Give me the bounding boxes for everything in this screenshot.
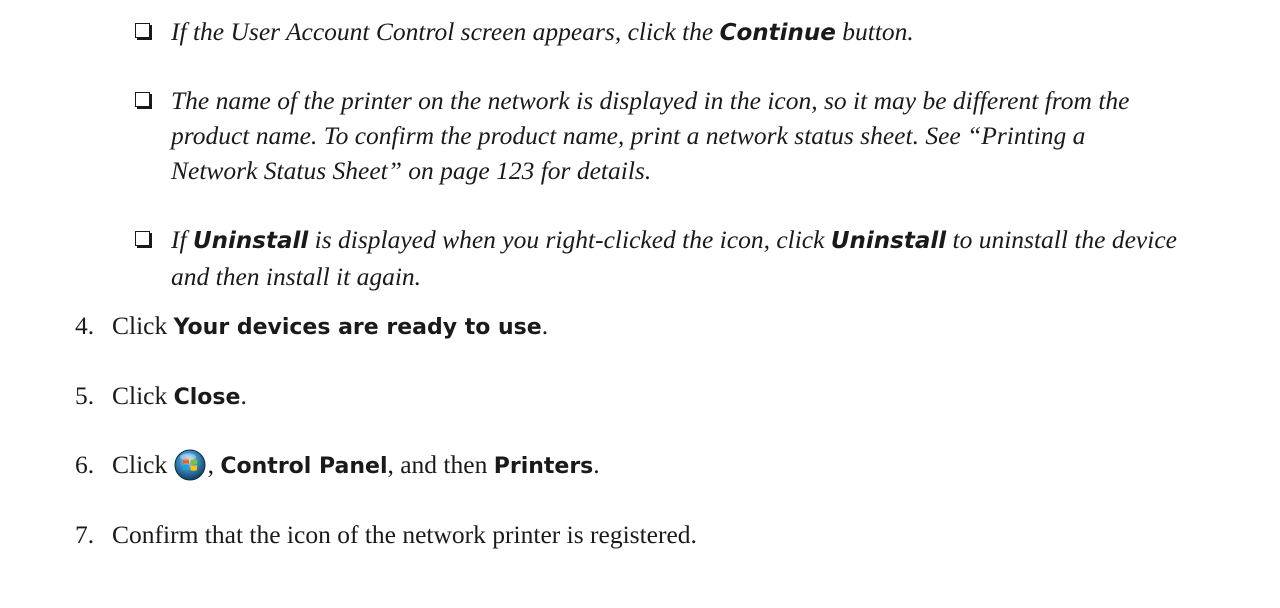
note-uninstall: If Uninstall is displayed when you right…	[135, 222, 1275, 294]
note-line: and then install it again.	[171, 262, 422, 291]
uninstall-keyword: Uninstall	[192, 228, 309, 254]
note-text-part: If the User Account Control screen appea…	[171, 17, 720, 46]
step-text: Confirm that the icon of the network pri…	[112, 520, 697, 549]
step-text: .	[593, 450, 600, 479]
step-text: ,	[207, 450, 221, 479]
note-uac: If the User Account Control screen appea…	[135, 14, 1275, 51]
note-line: The name of the printer on the network i…	[171, 86, 1130, 115]
step-6: 6. Click , Control Panel, and then Printe…	[75, 447, 1255, 484]
step-number: 6.	[75, 450, 95, 479]
step-number: 4.	[75, 311, 95, 340]
close-keyword: Close	[173, 385, 241, 410]
step-text: , and then	[387, 450, 494, 479]
control-panel-keyword: Control Panel	[220, 454, 388, 479]
windows-start-orb-icon	[174, 449, 206, 481]
note-text-part: button.	[835, 17, 914, 46]
step-text: .	[541, 311, 549, 340]
note-line: product name. To confirm the product nam…	[171, 121, 1086, 150]
uninstall-keyword: Uninstall	[830, 228, 947, 254]
step-text: Click	[112, 450, 174, 479]
step-number: 7.	[75, 520, 95, 549]
checkbox-bullet-icon	[135, 92, 150, 107]
note-text: If the User Account Control screen appea…	[171, 14, 1275, 51]
note-printer-name: The name of the printer on the network i…	[135, 83, 1275, 188]
step-text: .	[240, 381, 247, 410]
step-5: 5. Click Close.	[75, 378, 1255, 415]
printers-keyword: Printers	[493, 454, 594, 479]
note-text-part: is displayed when you right-clicked the …	[308, 225, 831, 254]
checkbox-bullet-icon	[135, 23, 150, 38]
checkbox-bullet-icon	[135, 231, 150, 246]
step-text: Click	[112, 381, 174, 410]
step-text: Click	[112, 311, 174, 340]
step-7: 7. Confirm that the icon of the network p…	[75, 517, 1255, 552]
step-4: 4. Click Your devices are ready to use.	[75, 308, 1255, 345]
your-devices-ready-keyword: Your devices are ready to use	[173, 315, 542, 340]
continue-keyword: Continue	[719, 20, 836, 46]
note-text-part: to uninstall the device	[946, 225, 1177, 254]
note-text: The name of the printer on the network i…	[171, 83, 1275, 188]
step-number: 5.	[75, 381, 95, 410]
note-line: Network Status Sheet” on page 123 for de…	[171, 156, 652, 185]
note-text-part: If	[171, 225, 193, 254]
note-text: If Uninstall is displayed when you right…	[171, 222, 1275, 294]
